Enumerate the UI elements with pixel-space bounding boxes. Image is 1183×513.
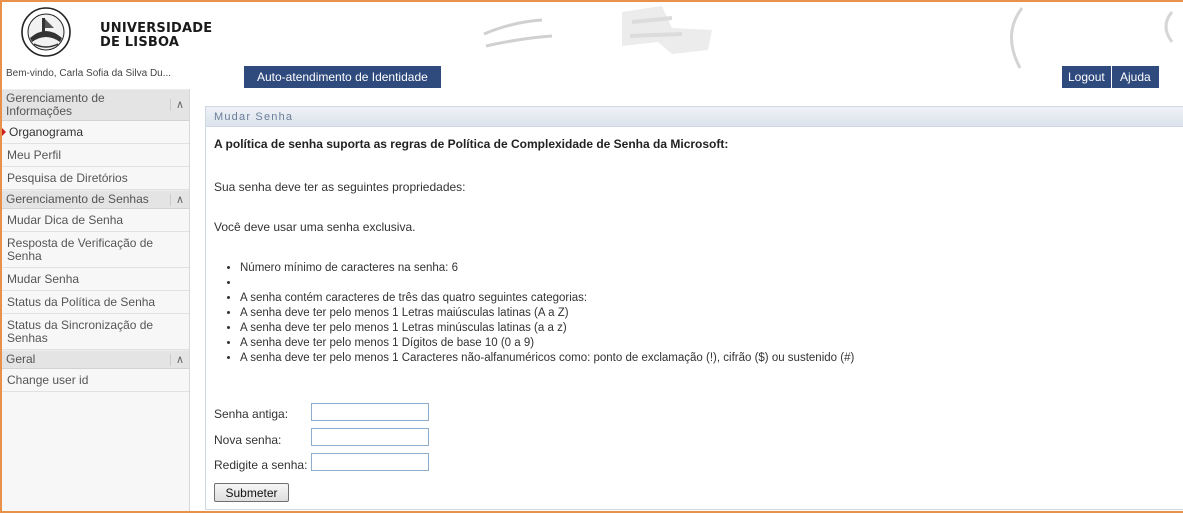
sidebar-section-title: Geral <box>6 352 36 366</box>
sidebar-section-info[interactable]: Gerenciamento de Informações ∧ <box>2 89 189 121</box>
submit-button[interactable]: Submeter <box>214 483 289 502</box>
header-decoration <box>483 6 1174 69</box>
sidebar-item-organograma[interactable]: Organograma <box>2 121 189 144</box>
confirm-password-field[interactable] <box>311 453 429 471</box>
university-name-line1: UNIVERSIDADE <box>100 21 213 36</box>
password-rules-list: Número mínimo de caracteres na senha: 6 … <box>240 261 854 366</box>
policy-heading: A política de senha suporta as regras de… <box>214 137 729 151</box>
sidebar-item-mudar-senha[interactable]: Mudar Senha <box>2 268 189 291</box>
logout-button[interactable]: Logout <box>1062 66 1111 88</box>
university-name: UNIVERSIDADE DE LISBOA <box>100 22 212 50</box>
new-password-label: Nova senha: <box>214 433 282 447</box>
rule-item: Número mínimo de caracteres na senha: 6 <box>240 261 854 276</box>
sidebar: Gerenciamento de Informações ∧ Organogra… <box>2 89 190 511</box>
rule-item: A senha contém caracteres de três das qu… <box>240 291 854 306</box>
sidebar-section-title: Gerenciamento de Informações <box>6 91 105 118</box>
university-seal-icon <box>21 7 71 57</box>
old-password-field[interactable] <box>311 403 429 421</box>
sidebar-section-passwords[interactable]: Gerenciamento de Senhas ∧ <box>2 190 189 209</box>
confirm-password-label: Redigite a senha: <box>214 458 308 472</box>
collapse-icon[interactable]: ∧ <box>169 99 184 111</box>
change-password-panel: Mudar Senha A política de senha suporta … <box>205 106 1183 510</box>
rule-item: A senha deve ter pelo menos 1 Dígitos de… <box>240 336 854 351</box>
sidebar-item-change-user-id[interactable]: Change user id <box>2 369 189 392</box>
sidebar-section-title: Gerenciamento de Senhas <box>6 192 149 206</box>
help-button[interactable]: Ajuda <box>1112 66 1159 88</box>
sidebar-item-resposta-verificacao[interactable]: Resposta de Verificação de Senha <box>2 232 189 268</box>
rule-item: A senha deve ter pelo menos 1 Letras min… <box>240 321 854 336</box>
university-name-line2: DE LISBOA <box>100 35 180 50</box>
sidebar-item-status-sincronizacao[interactable]: Status da Sincronização de Senhas <box>2 314 189 350</box>
rule-item <box>240 276 854 291</box>
collapse-icon[interactable]: ∧ <box>169 193 184 206</box>
header: UNIVERSIDADE DE LISBOA Bem-vindo, Carla … <box>2 2 1183 88</box>
sidebar-item-status-politica[interactable]: Status da Política de Senha <box>2 291 189 314</box>
welcome-text: Bem-vindo, Carla Sofia da Silva Du... <box>6 68 172 79</box>
unique-password-text: Você deve usar uma senha exclusiva. <box>214 220 416 234</box>
panel-content: A política de senha suporta as regras de… <box>214 137 1174 502</box>
panel-title: Mudar Senha <box>206 107 1183 127</box>
sidebar-section-general[interactable]: Geral ∧ <box>2 350 189 369</box>
rule-item: A senha deve ter pelo menos 1 Letras mai… <box>240 306 854 321</box>
rule-item: A senha deve ter pelo menos 1 Caracteres… <box>240 351 854 366</box>
app-title-tab[interactable]: Auto-atendimento de Identidade <box>244 66 441 88</box>
collapse-icon[interactable]: ∧ <box>169 353 184 366</box>
new-password-field[interactable] <box>311 428 429 446</box>
old-password-label: Senha antiga: <box>214 407 289 421</box>
sidebar-item-mudar-dica[interactable]: Mudar Dica de Senha <box>2 209 189 232</box>
properties-text: Sua senha deve ter as seguintes propried… <box>214 180 466 194</box>
sidebar-item-meu-perfil[interactable]: Meu Perfil <box>2 144 189 167</box>
sidebar-item-pesquisa-diretorios[interactable]: Pesquisa de Diretórios <box>2 167 189 190</box>
